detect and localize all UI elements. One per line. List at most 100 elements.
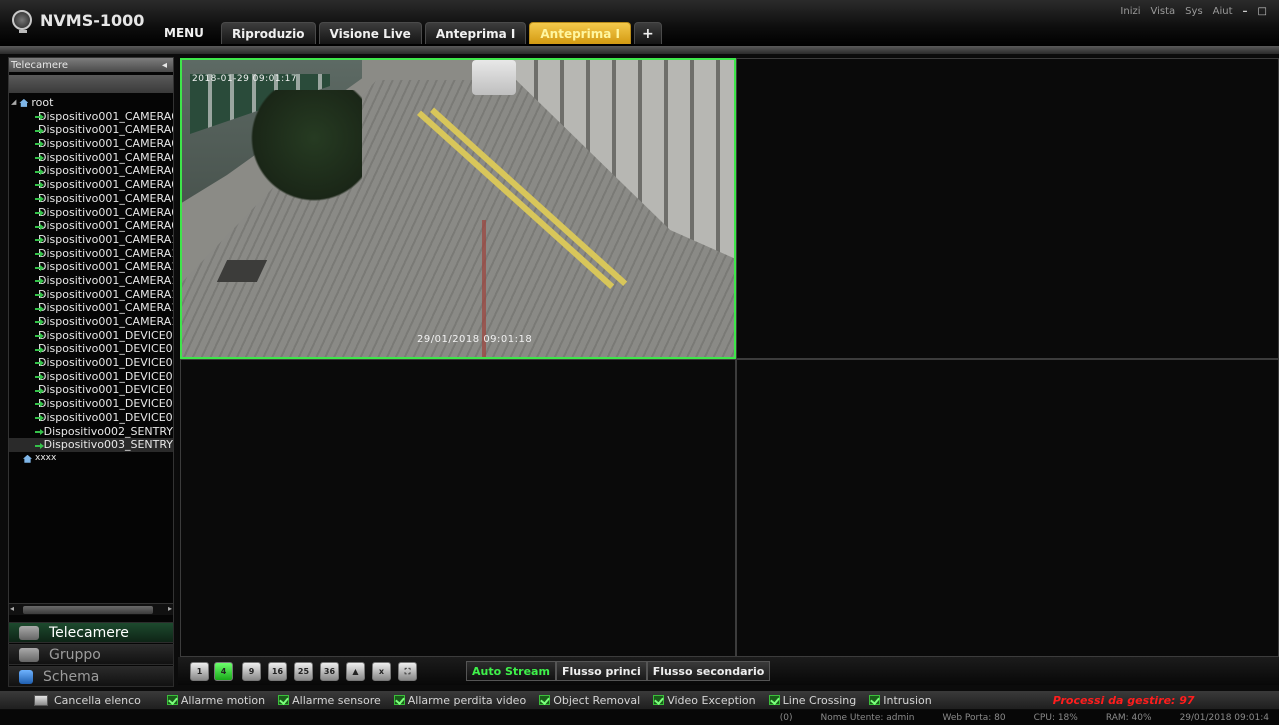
layout-4-button[interactable]: 4 <box>214 662 233 681</box>
tree-device-item[interactable]: Dispositivo001_CAMERA07 <box>9 192 173 206</box>
tree-device-item[interactable]: Dispositivo001_CAMERA04 <box>9 151 173 165</box>
expand-icon[interactable]: ◢ <box>11 96 16 110</box>
home-icon <box>19 98 29 107</box>
tree-device-item[interactable]: Dispositivo001_CAMERA06 <box>9 178 173 192</box>
close-all-button[interactable]: x <box>372 662 391 681</box>
layout-custom-button[interactable]: ▲ <box>346 662 365 681</box>
layout-1-button[interactable]: 1 <box>190 662 209 681</box>
tree-device-item[interactable]: Dispositivo001_DEVICE06 <box>9 397 173 411</box>
tree-device-item[interactable]: Dispositivo001_CAMERA03 <box>9 137 173 151</box>
tree-device-label: Dispositivo001_CAMERA16 <box>38 315 173 328</box>
tree-device-item[interactable]: Dispositivo001_DEVICE07 <box>9 411 173 425</box>
alarm-filter-checkbox[interactable]: Video Exception <box>653 694 756 707</box>
alarm-filter-checkbox[interactable]: Allarme perdita video <box>393 694 526 707</box>
add-tab-button[interactable]: + <box>633 22 662 44</box>
tree-device-item[interactable]: Dispositivo001_CAMERA12 <box>9 260 173 274</box>
tree-device-item[interactable]: Dispositivo001_DEVICE05 <box>9 383 173 397</box>
checkbox-icon[interactable] <box>539 695 551 705</box>
fullscreen-button[interactable]: ⛶ <box>398 662 417 681</box>
device-search-input[interactable] <box>9 75 173 93</box>
tree-device-label: Dispositivo001_CAMERA01 <box>38 109 173 123</box>
nav-group[interactable]: Gruppo <box>8 644 174 665</box>
menu-system[interactable]: Sys <box>1185 6 1202 17</box>
tree-device-item[interactable]: Dispositivo001_CAMERA10 <box>9 233 173 247</box>
clear-list-icon <box>34 694 48 706</box>
collapse-panel-icon[interactable]: ◂ <box>162 60 167 71</box>
scroll-left-icon[interactable]: ◂ <box>10 604 14 613</box>
auto-stream-button[interactable]: Auto Stream <box>466 661 556 681</box>
tree-device-label: Dispositivo001_CAMERA07 <box>38 191 173 205</box>
scrollbar-thumb[interactable] <box>23 606 153 614</box>
tab-preview-2[interactable]: Anteprima I <box>529 22 631 44</box>
layout-36-button[interactable]: 36 <box>320 662 339 681</box>
tree-device-item[interactable]: Dispositivo001_CAMERA02 <box>9 123 173 137</box>
layout-9-button[interactable]: 9 <box>242 662 261 681</box>
tab-live-view[interactable]: Visione Live <box>318 22 422 44</box>
group-icon <box>19 647 39 662</box>
checkbox-icon[interactable] <box>393 695 405 705</box>
video-cell-3[interactable] <box>180 359 736 657</box>
alarm-filter-checkbox[interactable]: Object Removal <box>539 694 640 707</box>
tree-device-item[interactable]: Dispositivo001_CAMERA11 <box>9 247 173 261</box>
clear-list-label: Cancella elenco <box>54 693 141 707</box>
tree-group-xxxx[interactable]: xxxx <box>9 452 173 466</box>
scroll-right-icon[interactable]: ▸ <box>168 604 172 613</box>
osd-timestamp: 29/01/2018 09:01:18 <box>417 334 533 345</box>
alarm-filter-checkbox[interactable]: Allarme motion <box>166 694 265 707</box>
checkbox-icon[interactable] <box>278 695 290 705</box>
tree-device-item[interactable]: Dispositivo003_SENTRY <box>9 438 173 452</box>
tree-device-item[interactable]: Dispositivo001_CAMERA15 <box>9 301 173 315</box>
tree-device-item[interactable]: Dispositivo001_CAMERA01 <box>9 110 173 124</box>
alarm-filter-checkbox[interactable]: Intrusion <box>869 694 932 707</box>
tree-device-item[interactable]: Dispositivo001_CAMERA14 <box>9 288 173 302</box>
nav-schema[interactable]: Schema <box>8 666 174 687</box>
checkbox-icon[interactable] <box>768 695 780 705</box>
pending-processes: Processi da gestire: 97 <box>1052 693 1195 707</box>
clear-list-button[interactable]: Cancella elenco <box>34 694 141 707</box>
tree-device-item[interactable]: Dispositivo001_CAMERA13 <box>9 274 173 288</box>
restore-button[interactable]: □ <box>1258 6 1267 17</box>
video-cell-2[interactable] <box>736 58 1279 359</box>
sub-stream-button[interactable]: Flusso secondario <box>646 661 771 681</box>
layout-16-button[interactable]: 16 <box>268 662 287 681</box>
alarm-filter-checkbox[interactable]: Line Crossing <box>768 694 856 707</box>
checkbox-icon[interactable] <box>166 695 178 705</box>
alarm-filter-checkbox[interactable]: Allarme sensore <box>278 694 381 707</box>
layout-25-button[interactable]: 25 <box>294 662 313 681</box>
menu-tab[interactable]: MENU <box>150 22 218 44</box>
menu-view[interactable]: Vista <box>1151 6 1176 17</box>
checkbox-icon[interactable] <box>869 695 881 705</box>
tree-device-label: Dispositivo003_SENTRY <box>43 438 173 452</box>
video-cell-4[interactable] <box>736 359 1279 657</box>
nav-cameras[interactable]: Telecamere <box>8 622 174 643</box>
tree-device-item[interactable]: Dispositivo001_CAMERA08 <box>9 206 173 220</box>
video-cell-1[interactable]: 2018-01-29 09:01:17 29/01/2018 09:01:18 <box>180 58 736 359</box>
menu-start[interactable]: Inizi <box>1120 6 1140 17</box>
tree-device-item[interactable]: Dispositivo001_DEVICE04 <box>9 370 173 384</box>
tab-preview-1[interactable]: Anteprima I <box>424 22 527 44</box>
tree-device-label: Dispositivo001_DEVICE02 <box>38 342 173 356</box>
alarm-filters: Allarme motion Allarme sensore Allarme per… <box>166 694 945 707</box>
nvms-window: NVMS-1000 MENU Riproduzio Visione Live A… <box>0 0 1279 725</box>
arrow-icon <box>35 442 44 449</box>
minimize-button[interactable]: – <box>1243 6 1248 17</box>
tree-device-item[interactable]: Dispositivo001_CAMERA09 <box>9 219 173 233</box>
tree-device-label: Dispositivo001_CAMERA02 <box>38 123 173 137</box>
tree-device-item[interactable]: Dispositivo001_DEVICE02 <box>9 342 173 356</box>
tree-device-item[interactable]: Dispositivo001_CAMERA16 <box>9 315 173 329</box>
tree-device-label: Dispositivo001_CAMERA05 <box>38 164 173 178</box>
main-stream-button[interactable]: Flusso princi <box>555 661 647 681</box>
horizontal-scrollbar[interactable]: ◂ ▸ <box>9 603 173 615</box>
tree-root[interactable]: ◢ root <box>9 96 173 110</box>
device-panel-title: Telecamere <box>11 59 69 71</box>
tree-device-item[interactable]: Dispositivo002_SENTRY <box>9 425 173 439</box>
tree-device-item[interactable]: Dispositivo001_CAMERA05 <box>9 164 173 178</box>
stream-selector: Auto Stream Flusso princi Flusso seconda… <box>466 661 771 681</box>
tree-device-item[interactable]: Dispositivo001_DEVICE01 <box>9 329 173 343</box>
checkbox-icon[interactable] <box>653 695 665 705</box>
menu-help[interactable]: Aiut <box>1213 6 1233 17</box>
tree-group-label: xxxx <box>35 452 57 463</box>
tree-device-label: Dispositivo001_DEVICE06 <box>38 397 173 411</box>
tab-playback[interactable]: Riproduzio <box>220 22 316 44</box>
tree-device-item[interactable]: Dispositivo001_DEVICE03 <box>9 356 173 370</box>
